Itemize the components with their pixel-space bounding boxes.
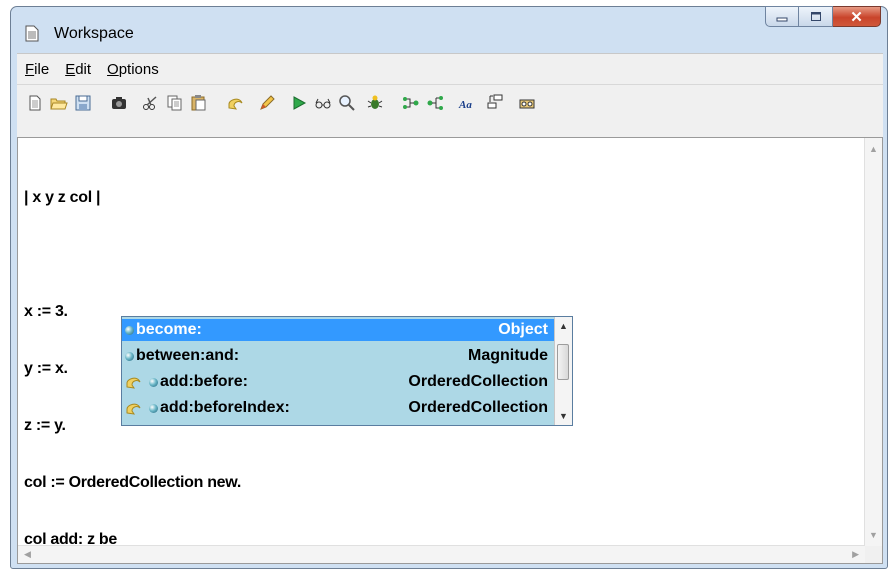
autocomplete-item[interactable]: add:beforeIndex: OrderedCollection	[122, 397, 554, 419]
close-icon: ✕	[850, 8, 863, 26]
svg-text:Aa: Aa	[458, 99, 472, 111]
tape-icon[interactable]	[517, 93, 537, 113]
menu-file[interactable]: File	[25, 61, 49, 78]
code-line: col := OrderedCollection new.	[24, 474, 241, 491]
step-over-icon[interactable]	[425, 93, 445, 113]
horizontal-scrollbar[interactable]: ◀ ▶	[18, 545, 865, 563]
scroll-up-icon[interactable]: ▲	[559, 321, 568, 331]
minimize-icon	[776, 17, 788, 21]
structure-icon[interactable]	[485, 93, 505, 113]
extension-icon	[122, 371, 146, 393]
scroll-down-icon[interactable]: ▼	[869, 530, 878, 540]
close-button[interactable]: ✕	[833, 6, 881, 27]
autocomplete-scrollbar[interactable]: ▲ ▼	[554, 317, 572, 425]
undo-icon[interactable]	[225, 93, 245, 113]
highlighter-icon[interactable]	[257, 93, 277, 113]
maximize-button[interactable]	[799, 6, 833, 27]
method-icon	[124, 325, 134, 335]
menu-options[interactable]: Options	[107, 61, 159, 78]
run-icon[interactable]	[289, 93, 309, 113]
camera-icon[interactable]	[109, 93, 129, 113]
copy-icon[interactable]	[165, 93, 185, 113]
vertical-scrollbar[interactable]: ▲ ▼	[864, 138, 882, 546]
magnifier-icon[interactable]	[337, 93, 357, 113]
scroll-down-icon[interactable]: ▼	[559, 411, 568, 421]
code-editor[interactable]: | x y z col | x := 3. y := x. z := y. co…	[17, 137, 883, 564]
new-document-icon[interactable]	[25, 93, 45, 113]
minimize-button[interactable]	[765, 6, 799, 27]
autocomplete-item[interactable]: add:before: OrderedCollection	[122, 371, 554, 393]
autocomplete-popup: become: Object between:and: Magnitude ad…	[121, 316, 573, 426]
inspect-glasses-icon[interactable]	[313, 93, 333, 113]
title-bar[interactable]: Workspace ✕	[11, 6, 887, 53]
method-icon	[148, 403, 158, 413]
code-line: | x y z col |	[24, 189, 101, 206]
window-controls: ✕	[765, 6, 881, 27]
paste-icon[interactable]	[189, 93, 209, 113]
window-title: Workspace	[54, 25, 134, 42]
menu-edit[interactable]: Edit	[65, 61, 91, 78]
save-icon[interactable]	[73, 93, 93, 113]
maximize-icon	[810, 12, 821, 21]
autocomplete-item[interactable]: become: Object	[122, 319, 554, 341]
method-icon	[124, 351, 134, 361]
autocomplete-item[interactable]: between:and: Magnitude	[122, 345, 554, 367]
document-icon	[25, 25, 39, 42]
scroll-up-icon[interactable]: ▲	[869, 144, 878, 154]
scroll-right-icon[interactable]: ▶	[852, 549, 859, 560]
bug-icon[interactable]	[365, 93, 385, 113]
resize-grip[interactable]	[865, 546, 882, 563]
cut-icon[interactable]	[141, 93, 161, 113]
step-into-icon[interactable]	[401, 93, 421, 113]
method-icon	[148, 377, 158, 387]
open-folder-icon[interactable]	[49, 93, 69, 113]
extension-icon	[122, 397, 146, 419]
font-icon[interactable]: Aa	[457, 93, 477, 113]
scroll-thumb[interactable]	[557, 344, 569, 380]
toolbar: Aa	[17, 84, 883, 137]
scroll-left-icon[interactable]: ◀	[24, 549, 31, 560]
workspace-window: Workspace ✕ File Edit Options Aa | x y z…	[10, 6, 888, 569]
menu-bar: File Edit Options	[17, 53, 883, 84]
